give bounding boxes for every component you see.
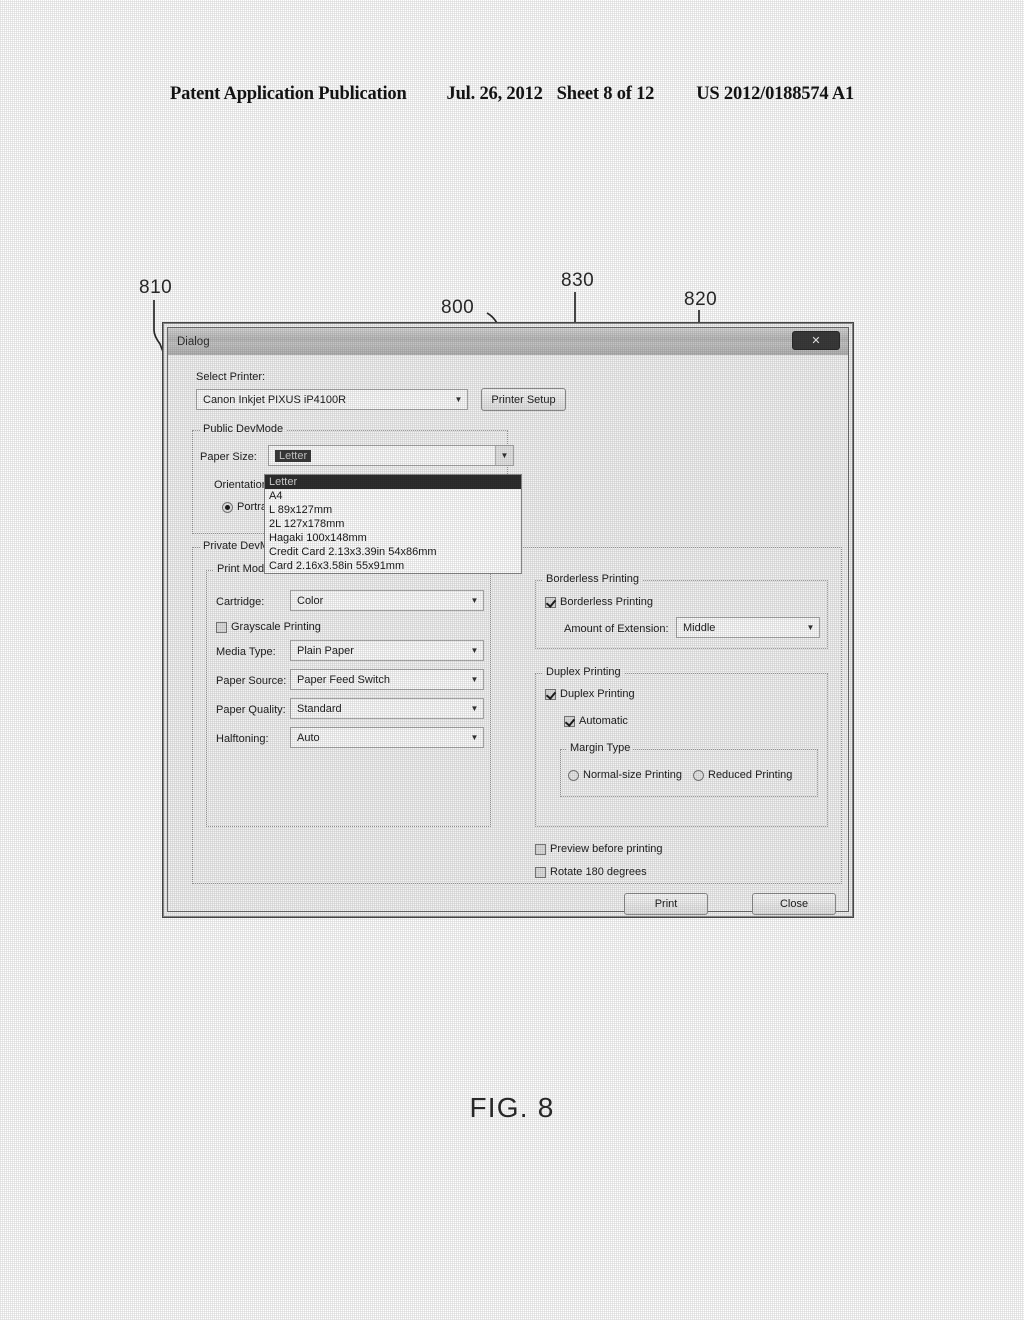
paper-size-label: Paper Size: [200,451,257,463]
radio-icon [222,501,233,513]
duplex-printing-checkbox[interactable]: Duplex Printing [545,688,635,700]
print-dialog-window: Dialog ✕ Select Printer: Canon Inkjet PI… [162,322,854,918]
grayscale-printing-label: Grayscale Printing [231,621,321,633]
callout-label-800: 800 [441,297,475,318]
duplex-printing-label: Duplex Printing [560,688,635,700]
printer-select-combo[interactable]: Canon Inkjet PIXUS iP4100R ▼ [196,389,468,410]
dropdown-option-2l[interactable]: 2L 127x178mm [265,517,521,531]
figure-label: FIG. 8 [469,1092,555,1123]
checkbox-icon [545,688,556,700]
dropdown-option-l[interactable]: L 89x127mm [265,503,521,517]
public-devmode-title: Public DevMode [200,423,287,435]
borderless-printing-title: Borderless Printing [543,573,642,585]
media-type-value: Plain Paper [297,644,354,657]
halftoning-label: Halftoning: [216,733,269,745]
dropdown-option-credit-card[interactable]: Credit Card 2.13x3.39in 54x86mm [265,545,521,559]
printer-select-value: Canon Inkjet PIXUS iP4100R [203,393,347,406]
chevron-down-icon: ▼ [470,646,479,655]
dropdown-option-hagaki[interactable]: Hagaki 100x148mm [265,531,521,545]
orientation-label: Orientation [214,479,268,491]
callout-label-830: 830 [561,270,595,291]
close-icon[interactable]: ✕ [792,331,840,350]
patent-page-header: Patent Application Publication Jul. 26, … [0,84,1024,105]
cartridge-combo[interactable]: Color ▼ [290,590,484,611]
publication-title: Patent Application Publication [169,84,407,104]
margin-normal-size-radio[interactable]: Normal-size Printing [568,769,682,781]
halftoning-value: Auto [297,731,320,744]
dialog-body: Select Printer: Canon Inkjet PIXUS iP410… [168,355,848,915]
print-button[interactable]: Print [624,893,708,915]
printer-setup-button[interactable]: Printer Setup [481,388,566,411]
chevron-down-icon: ▼ [470,675,479,684]
media-type-combo[interactable]: Plain Paper ▼ [290,640,484,661]
paper-source-label: Paper Source: [216,675,287,687]
amount-of-extension-value: Middle [683,621,716,634]
chevron-down-icon: ▼ [470,596,479,605]
paper-quality-combo[interactable]: Standard ▼ [290,698,484,719]
paper-size-value: Letter [275,449,312,462]
duplex-automatic-label: Automatic [579,715,628,727]
radio-icon [693,769,704,781]
chevron-down-icon: ▼ [454,395,463,404]
paper-quality-label: Paper Quality: [216,704,286,716]
borderless-printing-label: Borderless Printing [560,596,653,608]
dropdown-option-card[interactable]: Card 2.16x3.58in 55x91mm [265,559,521,573]
preview-before-printing-checkbox[interactable]: Preview before printing [535,843,663,855]
callout-label-820: 820 [684,289,718,310]
chevron-down-icon[interactable]: ▼ [495,446,513,465]
dialog-titlebar[interactable]: Dialog ✕ [168,328,848,356]
checkbox-icon [535,843,546,855]
checkbox-icon [216,621,227,633]
patent-number: US 2012/0188574 A1 [696,84,855,104]
checkbox-icon [535,866,546,878]
duplex-automatic-checkbox[interactable]: Automatic [564,715,628,727]
checkbox-icon [545,596,556,608]
sheet-number: Sheet 8 of 12 [556,84,655,104]
borderless-printing-group [535,580,828,649]
borderless-printing-checkbox[interactable]: Borderless Printing [545,596,653,608]
cartridge-value: Color [297,594,324,607]
paper-size-combo[interactable]: Letter ▼ [268,445,514,466]
paper-size-dropdown-list[interactable]: Letter A4 L 89x127mm 2L 127x178mm Hagaki… [264,474,522,574]
margin-type-title: Margin Type [567,742,634,754]
checkbox-icon [564,715,575,727]
margin-normal-size-label: Normal-size Printing [583,769,683,781]
callout-label-810: 810 [139,277,173,298]
rotate-180-checkbox[interactable]: Rotate 180 degrees [535,866,647,878]
publication-date: Jul. 26, 2012 [446,84,543,104]
dropdown-option-letter[interactable]: Letter [265,475,521,489]
paper-quality-value: Standard [297,702,342,715]
margin-reduced-label: Reduced Printing [708,769,793,781]
select-printer-label: Select Printer: [196,371,266,383]
dropdown-option-a4[interactable]: A4 [265,489,521,503]
paper-source-value: Paper Feed Switch [297,673,390,686]
grayscale-printing-checkbox[interactable]: Grayscale Printing [216,621,321,633]
chevron-down-icon: ▼ [806,623,815,632]
chevron-down-icon: ▼ [470,733,479,742]
margin-reduced-radio[interactable]: Reduced Printing [693,769,792,781]
preview-before-printing-label: Preview before printing [550,843,663,855]
amount-of-extension-combo[interactable]: Middle ▼ [676,617,820,638]
chevron-down-icon: ▼ [470,704,479,713]
media-type-label: Media Type: [216,646,276,658]
amount-of-extension-label: Amount of Extension: [564,623,669,635]
rotate-180-label: Rotate 180 degrees [550,866,647,878]
close-button[interactable]: Close [752,893,836,915]
radio-icon [568,769,579,781]
dialog-inner-frame: Dialog ✕ Select Printer: Canon Inkjet PI… [167,327,849,915]
halftoning-combo[interactable]: Auto ▼ [290,727,484,748]
dialog-title: Dialog [177,335,210,348]
cartridge-label: Cartridge: [216,596,265,608]
paper-source-combo[interactable]: Paper Feed Switch ▼ [290,669,484,690]
duplex-printing-title: Duplex Printing [543,666,624,678]
